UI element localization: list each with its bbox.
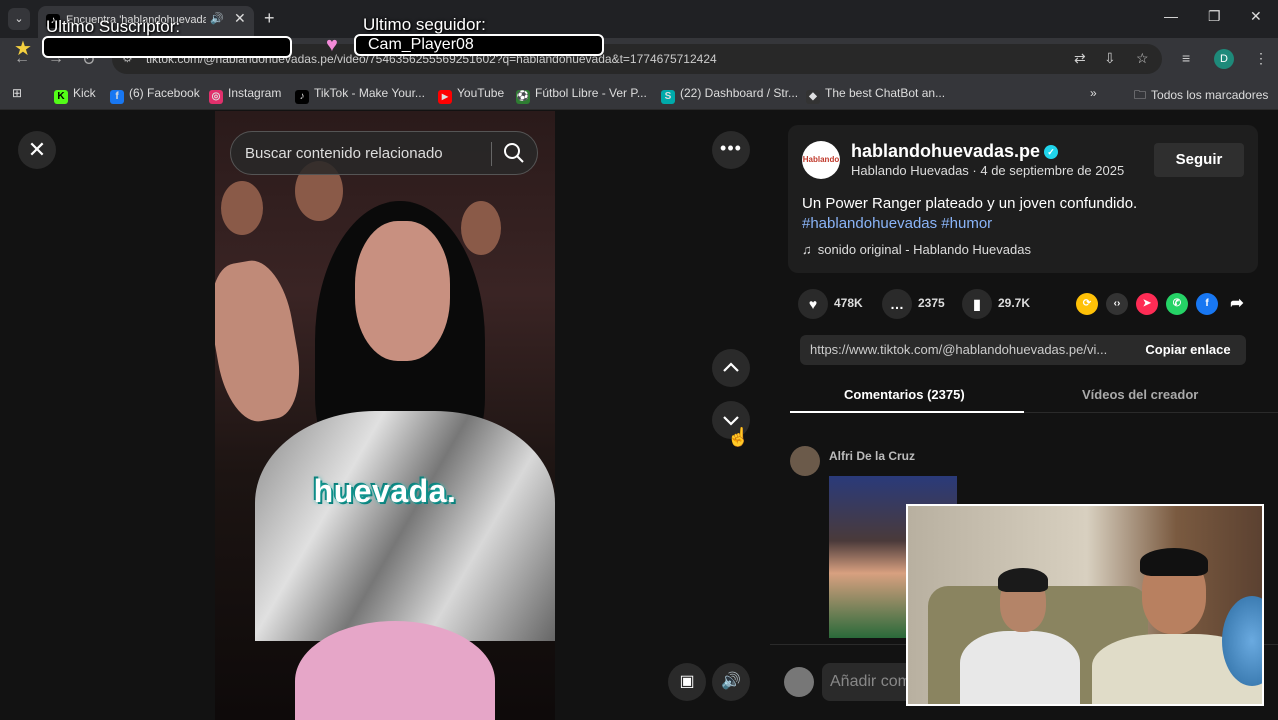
minimize-icon[interactable]: — — [1164, 8, 1178, 24]
translate-icon[interactable]: ⇄ — [1074, 50, 1086, 67]
post-link-text: https://www.tiktok.com/@hablandohuevadas… — [810, 342, 1108, 357]
share-arrow-icon[interactable]: ➦ — [1226, 293, 1248, 315]
follower-label: Ultimo seguidor: — [363, 15, 486, 34]
streamer-right-hair — [1140, 548, 1208, 576]
comment-bubble-icon: … — [882, 289, 912, 319]
tab-comments[interactable]: Comentarios (2375) — [844, 387, 965, 402]
streamer-left-body — [960, 631, 1080, 704]
kick-icon: K — [54, 90, 68, 104]
creator-name[interactable]: hablandohuevadas.pe ✓ — [851, 141, 1059, 162]
bookmark-dashboard[interactable]: S (22) Dashboard / Str... — [661, 86, 798, 104]
singer-face — [355, 221, 450, 361]
facebook-icon: f — [110, 90, 124, 104]
search-icon[interactable] — [501, 140, 527, 166]
bookmark-instagram[interactable]: ◎ Instagram — [209, 86, 281, 104]
follower-box: Cam_Player08 — [354, 34, 604, 56]
star-emoji-icon: ★ — [14, 38, 32, 60]
creator-avatar[interactable]: Hablando — [802, 141, 840, 179]
bookmark-chatbot[interactable]: ◆ The best ChatBot an... — [806, 86, 945, 104]
user-avatar — [784, 667, 814, 697]
heart-emoji-icon: ♥ — [326, 34, 338, 56]
tab-creator-videos[interactable]: Vídeos del creador — [1082, 387, 1198, 402]
bookmark-tiktok[interactable]: ♪ TikTok - Make Your... — [295, 86, 425, 104]
save-button[interactable]: ▮ 29.7K — [962, 289, 1030, 319]
repost-icon[interactable]: ⟳ — [1076, 293, 1098, 315]
all-bookmarks-folder[interactable]: 🗀 Todos los marcadores — [1134, 86, 1268, 107]
singer-costume — [255, 411, 555, 641]
creator-subtitle: Hablando Huevadas · 4 de septiembre de 2… — [851, 163, 1125, 178]
comment-avatar[interactable] — [790, 446, 820, 476]
music-note-icon: ♫ — [802, 242, 812, 257]
facebook-share-icon[interactable]: f — [1196, 293, 1218, 315]
bookmark-facebook[interactable]: f (6) Facebook — [110, 86, 200, 104]
browser-tab-strip: ⌄ ♪ Encuentra 'hablandohuevada 🔊 ✕ + — ❐… — [0, 0, 1278, 38]
search-divider — [491, 142, 492, 166]
video-player[interactable]: huevada. — [215, 111, 555, 720]
new-tab-icon[interactable]: + — [264, 8, 275, 29]
audio-playing-icon[interactable]: 🔊 — [210, 12, 224, 25]
follower-value: Cam_Player08 — [368, 36, 474, 53]
heart-icon: ♥ — [798, 289, 828, 319]
tab-search-icon[interactable]: ⌄ — [8, 8, 30, 30]
post-description: Un Power Ranger plateado y un joven conf… — [802, 195, 1138, 212]
tab-close-icon[interactable]: ✕ — [234, 10, 246, 27]
copy-link-button[interactable]: Copiar enlace — [1130, 335, 1246, 365]
video-caption: huevada. — [313, 473, 457, 509]
pip-button[interactable]: ▣ — [668, 663, 706, 701]
streamer-left-hair — [998, 568, 1048, 592]
search-placeholder: Buscar contenido relacionado — [245, 145, 443, 162]
subscriber-box — [42, 36, 292, 58]
webcam-overlay — [906, 504, 1264, 706]
post-link-field[interactable]: https://www.tiktok.com/@hablandohuevadas… — [800, 335, 1246, 365]
active-tab-indicator — [790, 411, 1024, 413]
chevron-up-icon — [723, 362, 739, 372]
apps-grid-icon[interactable]: ⊞ — [12, 86, 22, 100]
volume-button[interactable]: 🔊 — [712, 663, 750, 701]
bookmark-kick[interactable]: K Kick — [54, 86, 96, 104]
post-info-card: Hablando hablandohuevadas.pe ✓ Hablando H… — [788, 125, 1258, 273]
bookmark-youtube[interactable]: ▶ YouTube — [438, 86, 504, 104]
mouse-cursor-icon: ☝ — [727, 427, 750, 447]
futbol-icon: ⚽ — [516, 90, 530, 104]
crowd-face — [461, 201, 501, 255]
menu-kebab-icon[interactable]: ⋮ — [1254, 50, 1268, 67]
bookmark-futbol-libre[interactable]: ⚽ Fútbol Libre - Ver P... — [516, 86, 647, 104]
post-music[interactable]: ♫ sonido original - Hablando Huevadas — [802, 242, 1031, 257]
embed-icon[interactable]: ‹› — [1106, 293, 1128, 315]
related-search-input[interactable]: Buscar contenido relacionado — [230, 131, 538, 175]
whatsapp-icon[interactable]: ✆ — [1166, 293, 1188, 315]
comment-button[interactable]: … 2375 — [882, 289, 945, 319]
crowd-face — [221, 181, 263, 235]
media-controls-icon[interactable]: ≡ — [1182, 50, 1190, 66]
streamlabs-icon: S — [661, 90, 675, 104]
previous-video-button[interactable] — [712, 349, 750, 387]
more-bookmarks-icon[interactable]: » — [1090, 86, 1097, 100]
send-icon[interactable]: ➤ — [1136, 293, 1158, 315]
bookmark-icon: ▮ — [962, 289, 992, 319]
subscriber-label: Ultimo Suscriptor: — [46, 17, 181, 36]
follow-button[interactable]: Seguir — [1154, 143, 1244, 177]
more-options-button[interactable]: ••• — [712, 131, 750, 169]
post-hashtags[interactable]: #hablandohuevadas #humor — [802, 215, 992, 232]
tiktok-icon: ♪ — [295, 90, 309, 104]
instagram-icon: ◎ — [209, 90, 223, 104]
install-icon[interactable]: ⇩ — [1104, 50, 1116, 67]
like-button[interactable]: ♥ 478K — [798, 289, 863, 319]
youtube-icon: ▶ — [438, 90, 452, 104]
bookmark-star-icon[interactable]: ☆ — [1136, 50, 1149, 67]
comments-tabs: Comentarios (2375) Vídeos del creador — [790, 377, 1278, 413]
close-video-button[interactable]: ✕ — [18, 131, 56, 169]
add-comment-placeholder: Añadir com — [830, 673, 911, 690]
folder-icon: 🗀 — [1134, 88, 1147, 102]
chatbot-icon: ◆ — [806, 90, 820, 104]
verified-icon: ✓ — [1044, 145, 1059, 159]
bookmarks-bar: ⊞ K Kick f (6) Facebook ◎ Instagram ♪ TikTok… — [0, 78, 1278, 110]
window-close-icon[interactable]: ✕ — [1250, 8, 1262, 25]
comment-author[interactable]: Alfri De la Cruz — [829, 449, 915, 463]
restore-icon[interactable]: ❐ — [1208, 8, 1221, 25]
profile-avatar[interactable]: D — [1214, 49, 1234, 69]
